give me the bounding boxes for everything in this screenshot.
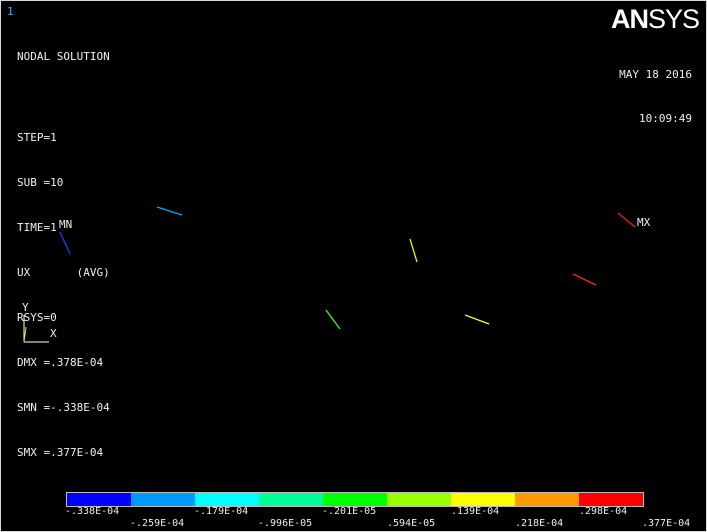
- legend-label: .594E-05: [387, 518, 436, 529]
- element-line: [59, 231, 71, 255]
- max-marker-label: MX: [637, 216, 651, 229]
- contour-legend-bar: [66, 492, 644, 507]
- legend-label: .218E-04: [515, 518, 564, 529]
- legend-band: [387, 493, 451, 506]
- element-line: [325, 309, 341, 330]
- element-line: [617, 212, 636, 228]
- legend-band: [579, 493, 643, 506]
- triad-x-label: X: [50, 327, 57, 340]
- element-line: [572, 273, 597, 286]
- element-line: [156, 206, 183, 216]
- legend-label: -.259E-04: [130, 518, 185, 529]
- min-marker-label: MN: [59, 218, 72, 231]
- legend-label: -.179E-04: [194, 506, 249, 517]
- legend-band: [67, 493, 131, 506]
- graphics-window[interactable]: 1 NODAL SOLUTION STEP=1 SUB =10 TIME=1 U…: [0, 0, 707, 532]
- triad-y-label: Y: [22, 301, 29, 314]
- legend-band: [131, 493, 195, 506]
- element-line: [464, 314, 490, 325]
- legend-label: -.996E-05: [258, 518, 313, 529]
- legend-label: .377E-04: [642, 518, 691, 529]
- legend-band: [323, 493, 387, 506]
- legend-band: [451, 493, 515, 506]
- legend-label: -.201E-05: [322, 506, 377, 517]
- legend-band: [515, 493, 579, 506]
- legend-label: .139E-04: [451, 506, 500, 517]
- legend-label: .298E-04: [579, 506, 628, 517]
- coordinate-triad: Y X: [22, 301, 57, 343]
- legend-band: [195, 493, 259, 506]
- element-line: [409, 238, 418, 263]
- legend-band: [259, 493, 323, 506]
- legend-label: -.338E-04: [65, 506, 120, 517]
- model-viewport[interactable]: MN MX Y X: [1, 1, 706, 531]
